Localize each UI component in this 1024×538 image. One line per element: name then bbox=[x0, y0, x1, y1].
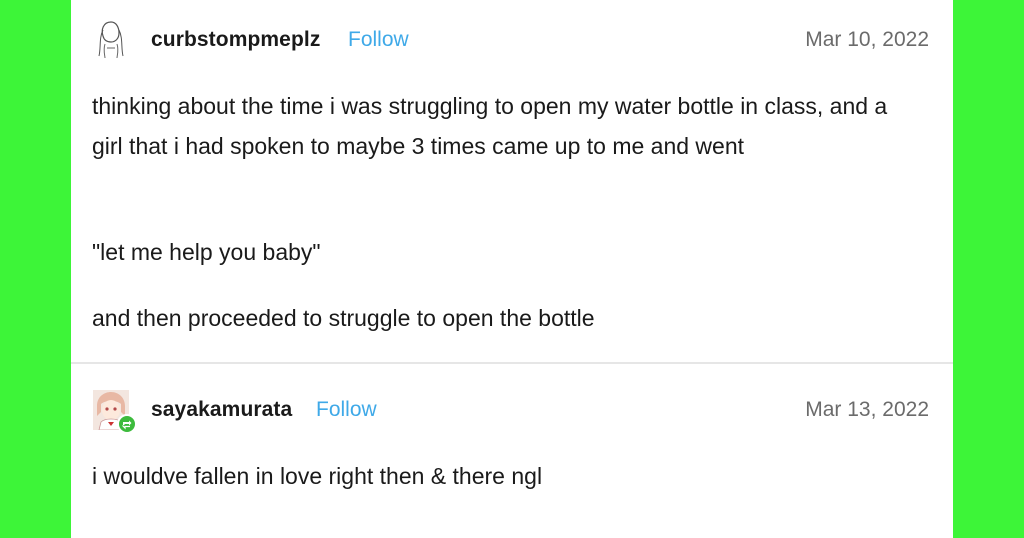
post-date: Mar 10, 2022 bbox=[805, 28, 929, 51]
username[interactable]: curbstompmeplz bbox=[151, 28, 320, 52]
post-text: thinking about the time i was struggling… bbox=[92, 93, 888, 159]
follow-button[interactable]: Follow bbox=[316, 398, 377, 422]
post-text: "let me help you baby" bbox=[92, 239, 321, 265]
post-card: curbstompmeplz Follow Mar 10, 2022 think… bbox=[71, 0, 953, 538]
post-curbstompmeplz: curbstompmeplz Follow Mar 10, 2022 think… bbox=[71, 0, 953, 362]
post-date: Mar 13, 2022 bbox=[805, 398, 929, 421]
post-sayakamurata: sayakamurata Follow Mar 13, 2022 i would… bbox=[71, 364, 953, 538]
username[interactable]: sayakamurata bbox=[151, 398, 292, 422]
post-text: i wouldve fallen in love right then & th… bbox=[92, 463, 543, 489]
post-text: and then proceeded to struggle to open t… bbox=[92, 305, 595, 331]
follow-button[interactable]: Follow bbox=[348, 28, 409, 52]
avatar[interactable] bbox=[93, 18, 129, 58]
reblog-icon bbox=[117, 414, 137, 434]
